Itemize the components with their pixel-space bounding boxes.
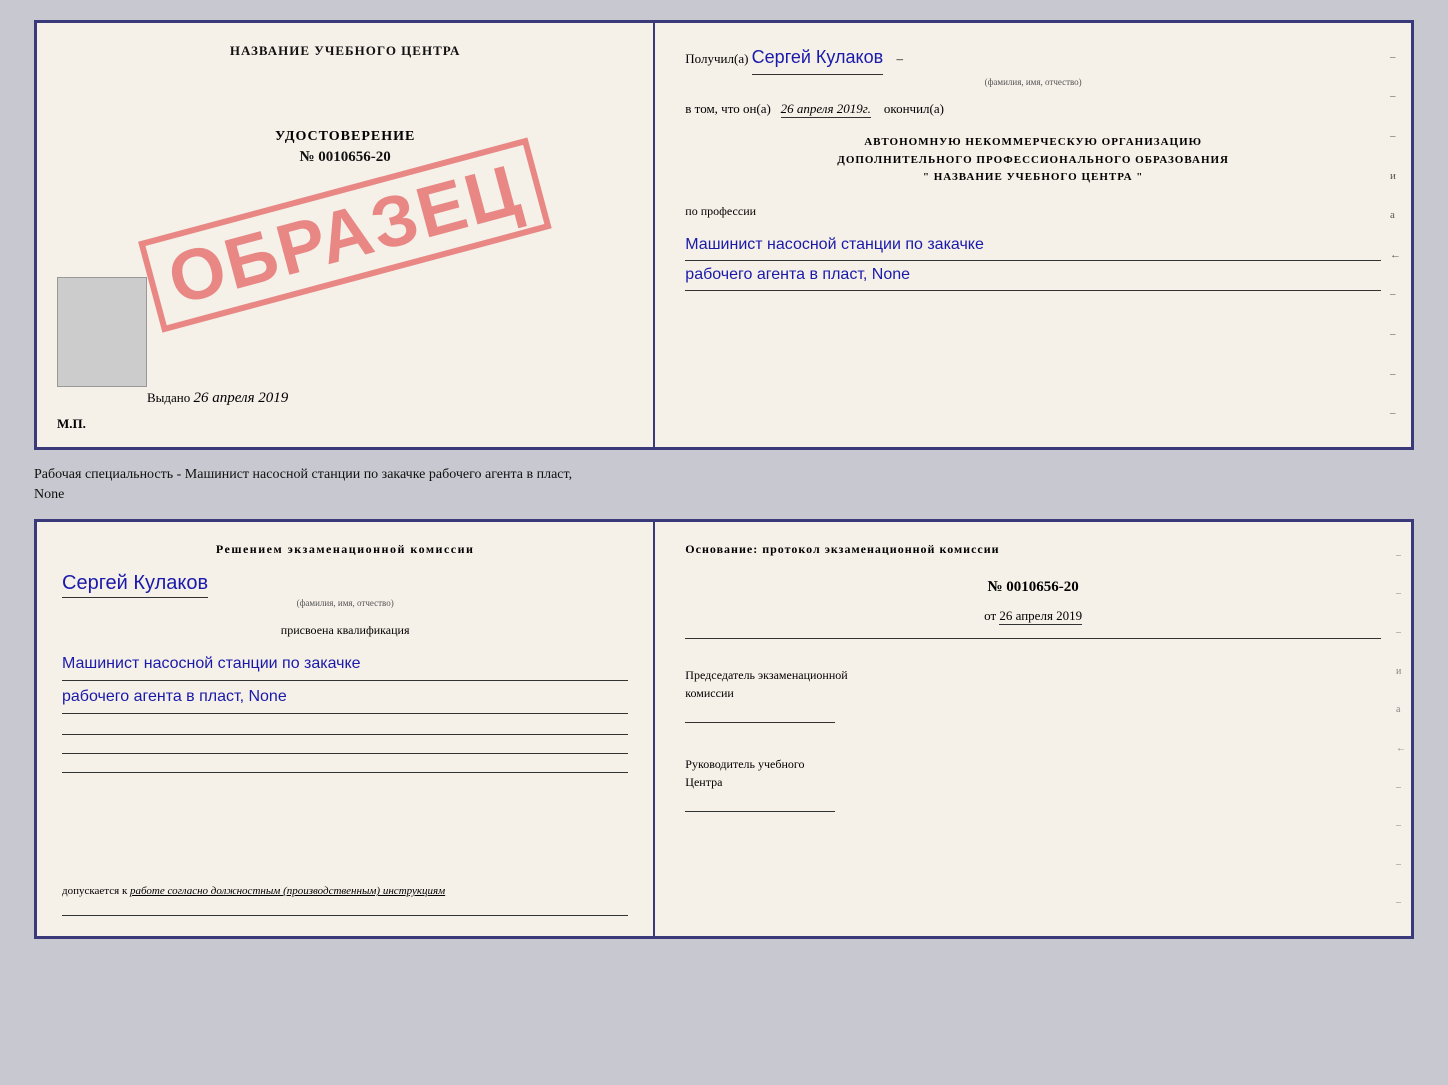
kval-block: Машинист насосной станции по закачке раб… [62, 648, 628, 714]
kval-line1: Машинист насосной станции по закачке [62, 648, 628, 681]
cert-left: НАЗВАНИЕ УЧЕБНОГО ЦЕНТРА УДОСТОВЕРЕНИЕ №… [37, 23, 655, 447]
photo-placeholder [57, 277, 147, 387]
mp-line: М.П. [57, 416, 86, 432]
udostoverenie-number: № 0010656-20 [275, 149, 415, 166]
vtom-date: 26 апреля 2019г. [781, 101, 871, 118]
predsedatel-block: Председатель экзаменационной комиссии [685, 666, 1381, 723]
rukovoditel-signature [685, 811, 835, 812]
vydano-label: Выдано [147, 390, 190, 405]
vydano-line: Выдано 26 апреля 2019 [147, 390, 288, 407]
rukovoditel-line1: Руководитель учебного [685, 755, 1381, 773]
dopuskaetsya-block: допускается к работе согласно должностны… [62, 885, 628, 897]
certificate-top: НАЗВАНИЕ УЧЕБНОГО ЦЕНТРА УДОСТОВЕРЕНИЕ №… [34, 20, 1414, 450]
predsedatel-line1: Председатель экзаменационной [685, 666, 1381, 684]
rukovoditel-block: Руководитель учебного Центра [685, 755, 1381, 812]
predsedatel-signature [685, 722, 835, 723]
caption-text: Рабочая специальность - Машинист насосно… [34, 460, 1414, 509]
kval-line2: рабочего агента в пласт, None [62, 681, 628, 714]
bottom-left: Решением экзаменационной комиссии Сергей… [37, 522, 655, 936]
professiya-line: по профессии [685, 204, 1381, 219]
cert-right: Получил(а) Сергей Кулаков – (фамилия, им… [655, 23, 1411, 447]
familiya-hint-bottom: (фамилия, имя, отчество) [62, 598, 628, 608]
familiya-hint-top: (фамилия, имя, отчество) [685, 75, 1381, 89]
poluchil-name: Сергей Кулаков [752, 43, 884, 75]
line4 [62, 915, 628, 916]
poluchil-line: Получил(а) Сергей Кулаков – (фамилия, им… [685, 43, 1381, 89]
stamp-obrazec: ОБРАЗЕЦ [138, 137, 552, 332]
rukovoditel-line2: Центра [685, 773, 1381, 791]
vtom-line: в том, что он(а) 26 апреля 2019г. окончи… [685, 101, 1381, 117]
professiya-label: по профессии [685, 204, 756, 218]
org-name: " НАЗВАНИЕ УЧЕБНОГО ЦЕНТРА " [685, 169, 1381, 187]
person-name-bottom: Сергей Кулаков [62, 572, 208, 598]
cert-title-top: НАЗВАНИЕ УЧЕБНОГО ЦЕНТРА [230, 43, 461, 59]
udostoverenie-title: УДОСТОВЕРЕНИЕ [275, 129, 415, 145]
org-block: АВТОНОМНУЮ НЕКОММЕРЧЕСКУЮ ОРГАНИЗАЦИЮ ДО… [685, 134, 1381, 187]
resheniyem-text: Решением экзаменационной комиссии [62, 542, 628, 557]
person-name-block: Сергей Кулаков (фамилия, имя, отчество) [62, 567, 628, 608]
right-margin-lines-top: – – – и а ← – – – – [1390, 23, 1401, 447]
professiya-value-1: Машинист насосной станции по закачке раб… [685, 231, 1381, 291]
ot-date-value: 26 апреля 2019 [999, 608, 1082, 625]
document-container: НАЗВАНИЕ УЧЕБНОГО ЦЕНТРА УДОСТОВЕРЕНИЕ №… [34, 20, 1414, 939]
certificate-bottom: Решением экзаменационной комиссии Сергей… [34, 519, 1414, 939]
org-line2: ДОПОЛНИТЕЛЬНОГО ПРОФЕССИОНАЛЬНОГО ОБРАЗО… [685, 152, 1381, 170]
org-line1: АВТОНОМНУЮ НЕКОММЕРЧЕСКУЮ ОРГАНИЗАЦИЮ [685, 134, 1381, 152]
okonchil-label: окончил(а) [884, 101, 944, 116]
udostoverenie-block: УДОСТОВЕРЕНИЕ № 0010656-20 [275, 129, 415, 166]
caption-line2: None [34, 487, 64, 502]
right-margin-lines-bottom: – – – и а ← – – – – [1396, 522, 1406, 936]
sep-line [685, 638, 1381, 639]
prisvoena-text: присвоена квалификация [62, 623, 628, 638]
poluchil-label: Получил(а) [685, 51, 748, 66]
osnovanie-text: Основание: протокол экзаменационной коми… [685, 542, 1381, 557]
dopuskaetsya-label: допускается к [62, 885, 127, 897]
dopuskaetsya-value: работе согласно должностным (производств… [130, 885, 445, 897]
bottom-right: Основание: протокол экзаменационной коми… [655, 522, 1411, 936]
line1 [62, 734, 628, 735]
ot-date-block: от 26 апреля 2019 [685, 608, 1381, 624]
professiya-line2: рабочего агента в пласт, None [685, 261, 1381, 291]
predsedatel-line2: комиссии [685, 684, 1381, 702]
ot-label: от [984, 608, 996, 623]
caption-line1: Рабочая специальность - Машинист насосно… [34, 467, 572, 482]
line3 [62, 772, 628, 773]
protokol-number: № 0010656-20 [685, 579, 1381, 596]
professiya-line1: Машинист насосной станции по закачке [685, 231, 1381, 261]
vydano-date: 26 апреля 2019 [194, 390, 289, 406]
line2 [62, 753, 628, 754]
vtom-label: в том, что он(а) [685, 101, 771, 116]
